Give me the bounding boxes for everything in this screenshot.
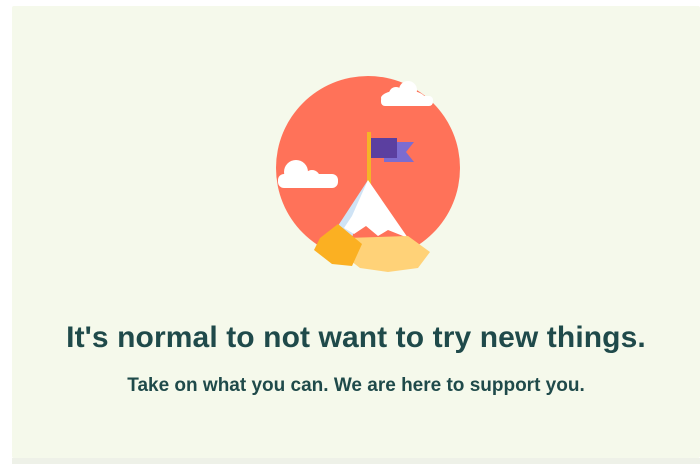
message-card: It's normal to not want to try new thing…: [12, 6, 700, 458]
subline: Take on what you can. We are here to sup…: [127, 375, 585, 396]
flag-icon: [371, 138, 397, 158]
headline: It's normal to not want to try new thing…: [66, 321, 646, 354]
bottom-divider: [12, 458, 700, 464]
mountain-flag-illustration: [276, 76, 460, 272]
